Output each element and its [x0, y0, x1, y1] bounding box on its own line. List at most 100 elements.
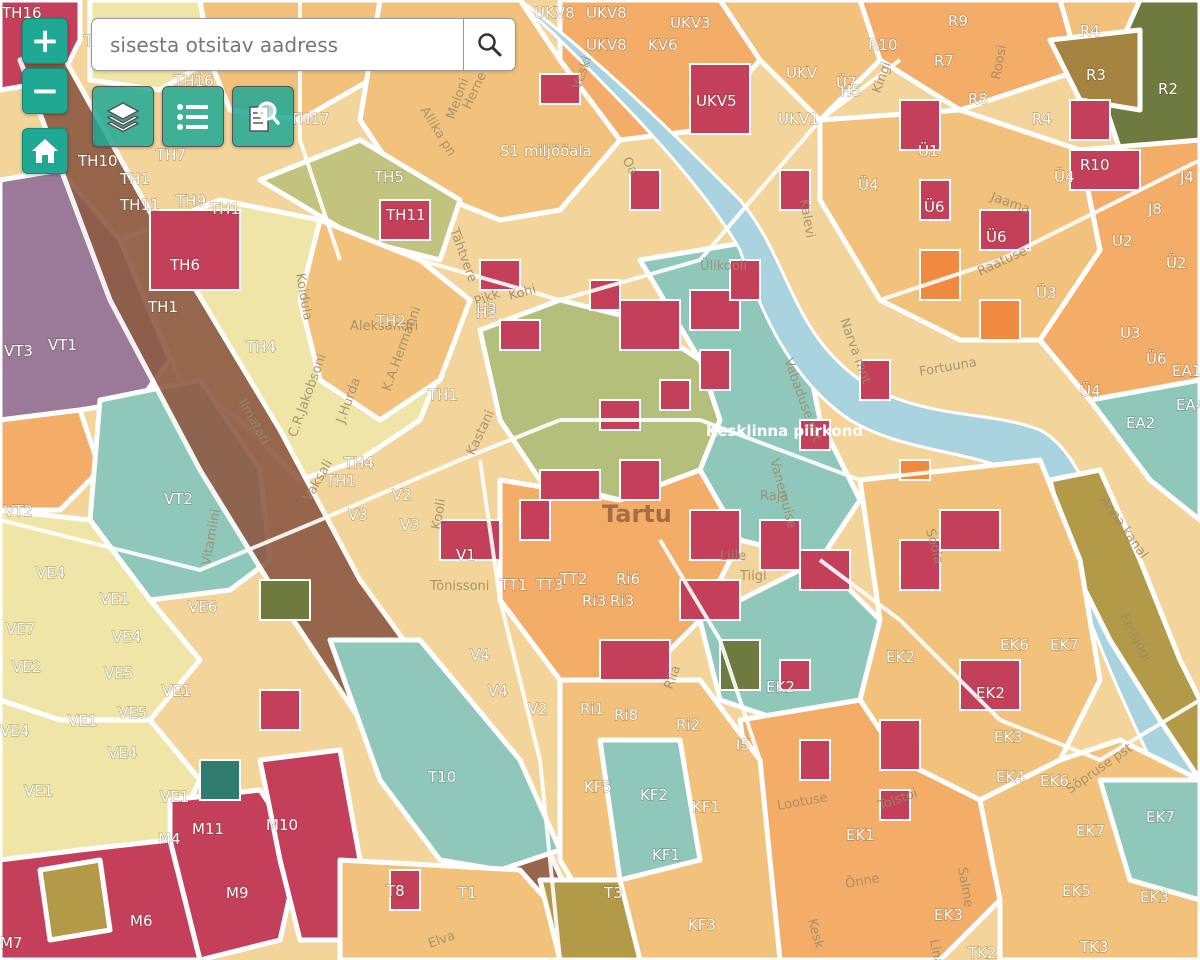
street-label: Raja [760, 489, 788, 504]
address-search-input[interactable] [92, 19, 463, 70]
street-label: Tiigi [739, 569, 767, 584]
zone-label: R9 [948, 12, 968, 30]
zone-label: Ü6 [986, 227, 1007, 246]
home-icon [32, 139, 58, 163]
zone-label: TH1 [427, 386, 458, 404]
zone-label: VT3 [4, 342, 33, 360]
zoom-out-button[interactable]: − [22, 68, 68, 114]
zone-label: R7 [934, 52, 954, 70]
zone-label: V1 [456, 546, 476, 564]
zone-label: Ü4 [1080, 381, 1101, 400]
zone-label: V3 [400, 516, 420, 534]
zone-label: T1 [457, 884, 477, 902]
zone-label: VE4 [36, 564, 65, 582]
zone-label: R4 [1032, 110, 1052, 128]
zone-label: VE5 [118, 704, 147, 722]
zone-label: TH7 [155, 146, 186, 164]
zone-label: TH4 [343, 454, 374, 472]
zone-label: TH17 [289, 110, 330, 128]
zone-label: Ü2 [1166, 253, 1187, 272]
list-icon [177, 103, 208, 130]
zone-label: M10 [266, 816, 298, 834]
zone-label: UKV [786, 64, 818, 82]
magnifier-icon [477, 32, 501, 56]
zone-label: Ü1 [918, 141, 939, 160]
zone-label: M11 [192, 820, 224, 838]
zone-label: R3 [1086, 66, 1106, 84]
zone-label: VE1 [24, 782, 53, 800]
zone-label: TH5 [373, 168, 404, 186]
zone-label: TH2 [375, 312, 406, 330]
zone-label: UKV3 [670, 14, 711, 32]
zone-label: VE4 [0, 722, 29, 740]
zone-label: EK2 [766, 678, 795, 696]
zone-label: UKV1 [778, 110, 819, 128]
zone-label: VT1 [48, 336, 77, 354]
zone-label: EK2 [976, 684, 1005, 702]
zone-label: Ü4 [1054, 167, 1075, 186]
home-button[interactable] [22, 128, 68, 174]
district-label: Kesklinna piirkond [706, 422, 863, 440]
zone-label: Ri8 [614, 706, 638, 724]
zone-label: KF1 [692, 798, 720, 816]
zone-label: Ü6 [1146, 349, 1167, 368]
zone-label: TH11 [119, 196, 160, 214]
zone-label: EA1 [1172, 362, 1200, 380]
zone-label: T3 [603, 884, 623, 902]
zone-label: R10 [1080, 156, 1110, 174]
zone-label: Ri6 [616, 570, 640, 588]
street-label: Ülikooli [700, 257, 747, 274]
zone-label: VT2 [4, 502, 33, 520]
zone-label: R10 [868, 36, 898, 54]
zone-label: M4 [158, 830, 181, 848]
zone-label: T10 [427, 768, 456, 786]
zone-label: EK5 [1062, 882, 1091, 900]
zone-label: KF2 [640, 786, 668, 804]
zone-label: Ü6 [924, 197, 945, 216]
zone-label: EK3 [1140, 888, 1169, 906]
zone-label: Ü3 [1036, 283, 1057, 302]
legend-button[interactable] [162, 86, 224, 147]
zone-label: Ü4 [858, 175, 879, 194]
zone-label: Ri3 [582, 592, 606, 610]
address-search-box [91, 18, 516, 71]
zone-label: TH1 [119, 170, 150, 188]
city-label: Tartu [602, 500, 672, 528]
zone-label: UKV5 [696, 92, 737, 110]
zone-label: V4 [488, 682, 508, 700]
zone-label: EK4 [996, 768, 1025, 786]
zone-label: TK3 [1079, 938, 1109, 956]
zone-label: VE1 [162, 682, 191, 700]
zone-label: TH1 [209, 200, 240, 218]
zone-label: TK2 [967, 944, 997, 960]
zone-label: VE6 [188, 598, 217, 616]
zone-label: S1 miljööala [500, 142, 592, 160]
zone-label: U3 [1120, 324, 1141, 342]
zone-label: VE4 [112, 628, 141, 646]
zone-label: V3 [348, 506, 368, 524]
zone-label: EK3 [934, 906, 963, 924]
zone-label: H5 [840, 82, 861, 100]
zone-label: EA2 [1126, 414, 1155, 432]
search-button[interactable] [463, 19, 515, 70]
zone-label: M7 [0, 934, 23, 952]
zone-label: EK1 [846, 826, 875, 844]
zone-label: TT3 [535, 576, 564, 594]
zone-label: EK7 [1146, 808, 1175, 826]
zone-label: R2 [1158, 80, 1178, 98]
zone-label: TH6 [169, 256, 200, 274]
zone-label: VE1 [100, 590, 129, 608]
layers-button[interactable] [92, 86, 154, 147]
zone-label: V2 [392, 486, 412, 504]
layers-icon [106, 101, 140, 132]
zone-label: R8 [968, 90, 988, 108]
zone-label: I5 [736, 736, 750, 754]
zone-label: TH4 [245, 338, 276, 356]
zone-label: EK7 [1050, 636, 1079, 654]
zone-label: V4 [470, 646, 490, 664]
zoom-in-button[interactable]: + [22, 18, 68, 64]
zone-label: J4 [1179, 168, 1194, 186]
query-button[interactable] [232, 86, 294, 147]
street-label: Lille [720, 549, 746, 564]
zone-label: VE1 [68, 712, 97, 730]
